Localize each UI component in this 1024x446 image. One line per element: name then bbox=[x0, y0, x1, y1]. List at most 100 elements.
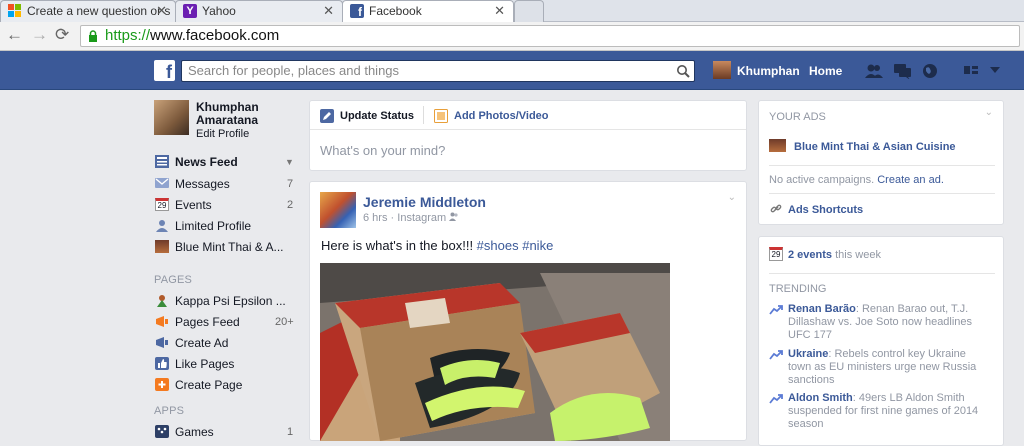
audience-friends-icon[interactable] bbox=[449, 212, 459, 221]
calendar-icon: 29 bbox=[769, 247, 783, 261]
profile-name[interactable]: Khumphan Amaratana bbox=[196, 101, 259, 127]
sidebar-item-label: Create Ad bbox=[175, 336, 229, 350]
page-flag-icon bbox=[157, 295, 167, 307]
events-trending-card: 29 2 events this week TRENDING Renan Bar… bbox=[758, 236, 1004, 446]
tab-yahoo[interactable]: Y Yahoo ✕ bbox=[175, 0, 343, 22]
divider bbox=[769, 193, 995, 194]
windows-logo-icon bbox=[8, 4, 22, 18]
chevron-down-icon[interactable]: ▼ bbox=[285, 157, 294, 167]
shoebox-photo-image bbox=[320, 263, 670, 441]
post-source[interactable]: Instagram bbox=[397, 212, 446, 224]
thumbs-up-icon bbox=[155, 357, 169, 370]
search-input[interactable]: Search for people, places and things bbox=[181, 60, 695, 82]
ad-page-link[interactable]: Blue Mint Thai & Asian Cuisine bbox=[794, 141, 956, 153]
trending-title: Ukraine bbox=[788, 348, 829, 360]
post-time[interactable]: 6 hrs bbox=[363, 212, 387, 224]
post-photo[interactable] bbox=[320, 263, 670, 441]
profile-name-last: Amaratana bbox=[196, 113, 259, 127]
create-ad-link[interactable]: Create an ad. bbox=[877, 174, 944, 186]
trending-title: Aldon Smith bbox=[788, 392, 853, 404]
post-card: Jeremie Middleton 6 hrs · Instagram ⌄ He… bbox=[309, 181, 747, 441]
tab-facebook[interactable]: f Facebook ✕ bbox=[342, 0, 514, 23]
profile-link[interactable]: Khumphan bbox=[737, 64, 800, 78]
events-this-week: 2 events this week bbox=[788, 249, 881, 261]
tab-title: Yahoo bbox=[202, 4, 236, 18]
megaphone-icon bbox=[156, 337, 168, 348]
chevron-down-icon[interactable] bbox=[990, 67, 1000, 73]
ads-shortcuts-link[interactable]: Ads Shortcuts bbox=[788, 204, 863, 216]
divider bbox=[769, 273, 995, 274]
reload-icon[interactable]: ⟳ bbox=[55, 25, 69, 45]
add-photos-label: Add Photos/Video bbox=[454, 110, 549, 122]
sidebar-item-label: Create Page bbox=[175, 378, 243, 392]
news-feed-icon bbox=[155, 155, 169, 168]
sidebar-item-label: Limited Profile bbox=[175, 219, 252, 233]
messages-count: 7 bbox=[287, 178, 294, 190]
tab-create-question[interactable]: Create a new question or s ✕ bbox=[0, 0, 176, 22]
privacy-shortcuts-icon[interactable] bbox=[963, 63, 979, 77]
new-tab-button[interactable] bbox=[514, 0, 544, 22]
messages-icon bbox=[155, 178, 169, 188]
lock-icon bbox=[89, 30, 97, 42]
facebook-logo-icon[interactable]: f bbox=[154, 60, 175, 81]
status-input[interactable]: What's on your mind? bbox=[320, 143, 445, 158]
home-link[interactable]: Home bbox=[809, 64, 842, 78]
sidebar-item-label: Kappa Psi Epsilon ... bbox=[175, 294, 286, 308]
events-count-link[interactable]: 2 events bbox=[788, 249, 832, 261]
close-tab-icon[interactable]: ✕ bbox=[156, 1, 167, 21]
close-tab-icon[interactable]: ✕ bbox=[494, 1, 505, 21]
trending-text: Renan Barão: Renan Barao out, T.J. Dilla… bbox=[788, 303, 988, 342]
post-options-chevron-icon[interactable]: ⌄ bbox=[728, 192, 736, 203]
profile-avatar[interactable] bbox=[154, 100, 189, 135]
yahoo-logo-icon: Y bbox=[183, 4, 197, 18]
sidebar-item-label: Like Pages bbox=[175, 357, 235, 371]
ad-page-thumbnail bbox=[769, 139, 786, 152]
address-bar[interactable]: https://www.facebook.com bbox=[80, 25, 1020, 47]
trending-arrow-icon bbox=[769, 394, 783, 404]
sidebar-item-label: Blue Mint Thai & A... bbox=[175, 240, 284, 254]
sidebar-item-label: Games bbox=[175, 425, 214, 439]
browser-tab-strip: Create a new question or s ✕ Y Yahoo ✕ f… bbox=[0, 0, 1024, 23]
tab-title: Facebook bbox=[369, 4, 422, 18]
close-tab-icon[interactable]: ✕ bbox=[323, 1, 334, 21]
post-author-avatar[interactable] bbox=[320, 192, 356, 228]
post-text: Here is what's in the box!!! #shoes #nik… bbox=[321, 238, 553, 253]
forward-arrow-icon[interactable]: → bbox=[31, 25, 48, 45]
friend-requests-icon[interactable] bbox=[864, 63, 884, 79]
your-ads-card: YOUR ADS ⌄ Blue Mint Thai & Asian Cuisin… bbox=[758, 100, 1004, 225]
edit-profile-link[interactable]: Edit Profile bbox=[196, 128, 249, 140]
hashtag-shoes[interactable]: #shoes bbox=[477, 238, 519, 253]
add-page-icon bbox=[155, 378, 169, 391]
trending-header: TRENDING bbox=[769, 283, 827, 295]
back-arrow-icon[interactable]: ← bbox=[6, 25, 23, 45]
search-icon[interactable] bbox=[676, 64, 690, 78]
no-campaigns-text: No active campaigns. bbox=[769, 174, 875, 186]
facebook-top-bar: f Search for people, places and things K… bbox=[0, 51, 1024, 90]
tab-divider bbox=[423, 106, 424, 124]
games-icon bbox=[155, 425, 169, 438]
trending-arrow-icon bbox=[769, 305, 783, 315]
search-placeholder: Search for people, places and things bbox=[188, 63, 400, 78]
post-author-name[interactable]: Jeremie Middleton bbox=[363, 194, 486, 210]
facebook-logo-icon: f bbox=[350, 4, 364, 18]
sidebar-item-label: News Feed bbox=[175, 155, 238, 169]
hashtag-nike[interactable]: #nike bbox=[522, 238, 553, 253]
megaphone-icon bbox=[156, 316, 168, 327]
avatar[interactable] bbox=[713, 61, 731, 79]
pages-section-header: PAGES bbox=[154, 274, 193, 286]
url-host: www.facebook.com bbox=[150, 27, 280, 44]
page-thumbnail bbox=[155, 240, 169, 253]
browser-toolbar: ← → ⟳ https://www.facebook.com bbox=[0, 22, 1024, 51]
divider bbox=[769, 165, 995, 166]
composer-card: Update Status Add Photos/Video What's on… bbox=[309, 100, 747, 171]
events-suffix: this week bbox=[832, 249, 881, 261]
meta-separator: · bbox=[390, 212, 395, 224]
ads-status: No active campaigns. Create an ad. bbox=[769, 174, 944, 186]
messages-icon[interactable] bbox=[893, 63, 913, 79]
pages-feed-count: 20+ bbox=[275, 316, 294, 328]
notifications-globe-icon[interactable] bbox=[922, 63, 938, 79]
sidebar-item-label: Messages bbox=[175, 177, 230, 191]
photo-icon bbox=[434, 109, 448, 123]
your-ads-header: YOUR ADS bbox=[769, 111, 826, 123]
ads-options-chevron-icon[interactable]: ⌄ bbox=[985, 107, 993, 118]
